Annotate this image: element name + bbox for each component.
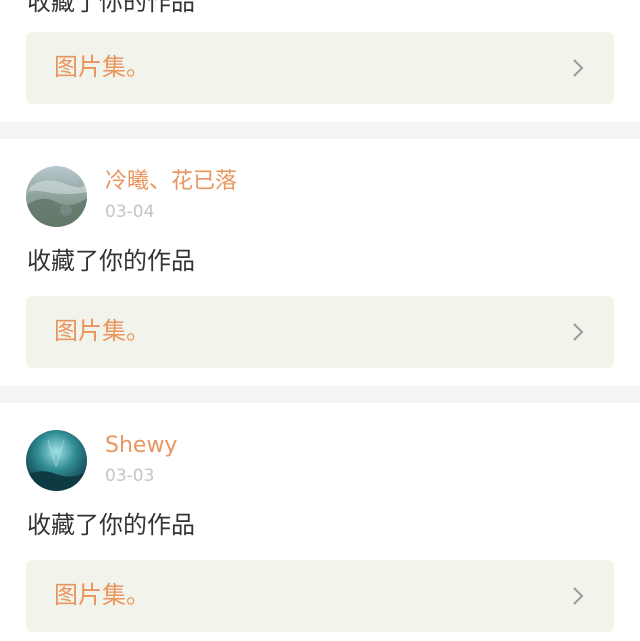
- album-label: 图片集。: [54, 317, 150, 345]
- notification-card: 收藏了你的作品 图片集。: [0, 0, 640, 122]
- action-text: 收藏了你的作品: [27, 247, 195, 275]
- chevron-right-icon: [573, 587, 584, 605]
- album-link[interactable]: 图片集。: [26, 560, 614, 632]
- notification-card: 冷曦、花已落 03-04 收藏了你的作品 图片集。: [0, 139, 640, 386]
- action-text: 收藏了你的作品: [27, 511, 195, 539]
- avatar[interactable]: [26, 166, 87, 227]
- chevron-right-icon: [573, 323, 584, 341]
- avatar-landscape-image: [26, 166, 87, 227]
- avatar-underwater-image: [26, 430, 87, 491]
- album-label: 图片集。: [54, 581, 150, 609]
- album-link[interactable]: 图片集。: [26, 32, 614, 104]
- separator: [0, 122, 640, 139]
- action-text: 收藏了你的作品: [27, 0, 195, 16]
- username[interactable]: Shewy: [105, 433, 177, 459]
- album-label: 图片集。: [54, 53, 150, 81]
- chevron-right-icon: [573, 59, 584, 77]
- avatar[interactable]: [26, 430, 87, 491]
- date: 03-03: [105, 466, 155, 486]
- date: 03-04: [105, 202, 155, 222]
- separator: [0, 386, 640, 403]
- notification-feed: 收藏了你的作品 图片集。 冷曦、花已落 03-04 收藏了你的作品 图片集。 S…: [0, 0, 640, 641]
- username[interactable]: 冷曦、花已落: [105, 169, 237, 195]
- notification-card: Shewy 03-03 收藏了你的作品 图片集。: [0, 403, 640, 641]
- album-link[interactable]: 图片集。: [26, 296, 614, 368]
